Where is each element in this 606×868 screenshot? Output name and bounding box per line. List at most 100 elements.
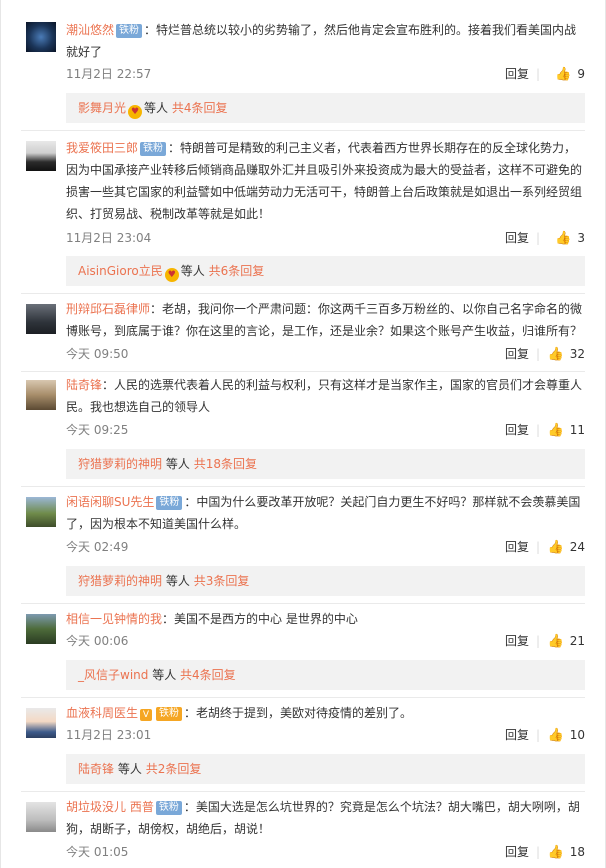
reply-button[interactable]: 回复 bbox=[505, 842, 529, 862]
comment-text: 中国为什么要改革开放呢？关起门自力更生不好吗？那样就不会羡慕美国 bbox=[196, 495, 581, 509]
comment-body: 相信一见钟情的我：美国不是西方的中心 是世界的中心 bbox=[66, 608, 585, 630]
comment-body: 刑辩邱石磊律师：老胡，我问你一个严肃问题：你这两千三百多万粉丝的、以你自己名字命… bbox=[66, 298, 585, 342]
separator: ： bbox=[144, 23, 157, 37]
username[interactable]: 刑辩邱石磊律师 bbox=[66, 302, 150, 316]
divider: | bbox=[535, 423, 540, 437]
comment-body: 闲语闲聊SU先生 铁粉 ：中国为什么要改革开放呢？关起门自力更生不好吗？那样就不会羡… bbox=[66, 491, 585, 535]
comment-text: 人民的选票代表着人民的利益与权利，只有这样才是当家作主，国家的官员们才会尊重人 bbox=[114, 378, 583, 392]
comment-text: 织、打贸易战、税制改革等就是如此！ bbox=[66, 207, 271, 221]
like-button[interactable]: 👍 11 bbox=[548, 420, 585, 441]
thumbs-up-icon: 👍 bbox=[547, 347, 564, 362]
like-button[interactable]: 👍 32 bbox=[548, 344, 585, 365]
username[interactable]: 我爱筱田三郎 bbox=[66, 141, 138, 155]
username[interactable]: 闲语闲聊SU先生 bbox=[66, 495, 154, 509]
reply-count-link[interactable]: 共4条回复 bbox=[180, 668, 236, 682]
reply-button[interactable]: 回复 bbox=[505, 228, 529, 248]
separator: ： bbox=[162, 612, 175, 626]
heart-badge-icon: ♥ bbox=[128, 105, 143, 119]
avatar[interactable] bbox=[26, 614, 56, 644]
comment-body: 陆奇锋：人民的选票代表着人民的利益与权利，只有这样才是当家作主，国家的官员们才会… bbox=[66, 374, 585, 418]
comment-text: 美国不是西方的中心 是世界的中心 bbox=[174, 612, 358, 626]
comment-text: 狗，胡断子，胡傍权，胡绝后，胡说！ bbox=[66, 822, 271, 836]
reply-summary[interactable]: 狩猎萝莉的神明 等人 共3条回复 bbox=[66, 566, 585, 596]
timestamp: 今天 00:06 bbox=[66, 634, 129, 648]
like-button[interactable]: 👍 18 bbox=[548, 842, 585, 863]
comment-text: 特烂普总统以较小的劣势输了，然后他肯定会宣布胜利的。接着我们看美国内战 bbox=[156, 23, 577, 37]
username[interactable]: 血液科周医生 bbox=[66, 706, 138, 720]
like-count: 3 bbox=[577, 231, 585, 245]
fan-badge-icon[interactable]: 铁粉 bbox=[156, 496, 183, 510]
comment-text: 博账号，到底属于谁？你在这里的言论，是工作，还是业余？如果这个账号产生收益，归谁… bbox=[66, 324, 583, 338]
like-button[interactable]: 👍 24 bbox=[548, 537, 585, 558]
comment-meta: 11月2日 23:04 回复 | 👍 3 bbox=[66, 228, 585, 248]
divider bbox=[21, 486, 585, 487]
avatar[interactable] bbox=[26, 497, 56, 527]
like-count: 32 bbox=[569, 347, 585, 361]
fan-badge-icon[interactable]: 铁粉 bbox=[140, 142, 167, 156]
reply-username[interactable]: 狩猎萝莉的神明 bbox=[78, 574, 162, 588]
avatar[interactable] bbox=[26, 22, 56, 52]
reply-username[interactable]: _风信子wind bbox=[78, 668, 148, 682]
comment-meta: 11月2日 22:57 回复 | 👍 9 bbox=[66, 64, 585, 84]
divider: | bbox=[535, 231, 540, 245]
avatar[interactable] bbox=[26, 304, 56, 334]
username[interactable]: 胡垃圾没儿 西普 bbox=[66, 800, 154, 814]
like-button[interactable]: 👍 10 bbox=[548, 725, 585, 746]
comment-meta: 今天 00:06 回复 | 👍 21 bbox=[66, 631, 585, 651]
username[interactable]: 陆奇锋 bbox=[66, 378, 102, 392]
reply-username[interactable]: 影舞月光 bbox=[78, 101, 126, 115]
reply-username[interactable]: AisinGioro立民 bbox=[78, 264, 163, 278]
comment-text: 民。我也想选自己的领导人 bbox=[66, 400, 211, 414]
comment-body: 胡垃圾没儿 西普 铁粉 ：美国大选是怎么坑世界的？究竟是怎么个坑法？胡大嘴巴，胡大咧… bbox=[66, 796, 585, 840]
reply-summary[interactable]: AisinGioro立民 ♥ 等人 共6条回复 bbox=[66, 256, 585, 286]
comment-body: 血液科周医生 V 铁粉 ：老胡终于提到，美欧对待疫情的差别了。 bbox=[66, 702, 585, 724]
avatar[interactable] bbox=[26, 802, 56, 832]
reply-summary[interactable]: 狩猎萝莉的神明 等人 共18条回复 bbox=[66, 449, 585, 479]
timestamp: 今天 09:25 bbox=[66, 423, 129, 437]
reply-button[interactable]: 回复 bbox=[505, 64, 529, 84]
fan-badge-icon[interactable]: 铁粉 bbox=[156, 707, 183, 721]
like-count: 11 bbox=[569, 423, 585, 437]
comment-text: 老胡，我问你一个严肃问题：你这两千三百多万粉丝的、以你自己名字命名的微 bbox=[162, 302, 583, 316]
reply-button[interactable]: 回复 bbox=[505, 537, 529, 557]
reply-count-link[interactable]: 共6条回复 bbox=[209, 264, 265, 278]
timestamp: 11月2日 22:57 bbox=[66, 67, 152, 81]
reply-count-link[interactable]: 共3条回复 bbox=[194, 574, 250, 588]
reply-button[interactable]: 回复 bbox=[505, 725, 529, 745]
reply-summary[interactable]: _风信子wind 等人 共4条回复 bbox=[66, 660, 585, 690]
reply-count-link[interactable]: 共2条回复 bbox=[146, 762, 202, 776]
username[interactable]: 潮汕悠然 bbox=[66, 23, 114, 37]
reply-button[interactable]: 回复 bbox=[505, 420, 529, 440]
fan-badge-icon[interactable]: 铁粉 bbox=[116, 24, 143, 38]
divider: | bbox=[535, 347, 540, 361]
reply-username[interactable]: 狩猎萝莉的神明 bbox=[78, 457, 162, 471]
fan-badge-icon[interactable]: 铁粉 bbox=[155, 801, 182, 815]
thumbs-up-icon: 👍 bbox=[547, 845, 564, 860]
avatar[interactable] bbox=[26, 380, 56, 410]
like-button[interactable]: 👍 3 bbox=[555, 228, 585, 249]
reply-etc: 等人 bbox=[117, 762, 142, 776]
comment-text: 就好了 bbox=[66, 45, 103, 59]
reply-username[interactable]: 陆奇锋 bbox=[78, 762, 114, 776]
comment-meta: 11月2日 23:01 回复 | 👍 10 bbox=[66, 725, 585, 745]
like-button[interactable]: 👍 9 bbox=[555, 64, 585, 85]
username[interactable]: 相信一见钟情的我 bbox=[66, 612, 162, 626]
reply-summary[interactable]: 陆奇锋 等人 共2条回复 bbox=[66, 754, 585, 784]
reply-button[interactable]: 回复 bbox=[505, 344, 529, 364]
avatar[interactable] bbox=[26, 141, 56, 171]
reply-etc: 等人 bbox=[144, 101, 169, 115]
reply-count-link[interactable]: 共18条回复 bbox=[194, 457, 257, 471]
thumbs-up-icon: 👍 bbox=[555, 67, 572, 82]
comment-body: 我爱筱田三郎 铁粉 ：特朗普可是精致的利己主义者，代表着西方世界长期存在的反全球化势… bbox=[66, 137, 585, 225]
thumbs-up-icon: 👍 bbox=[555, 231, 572, 246]
reply-summary[interactable]: 影舞月光 ♥ 等人 共4条回复 bbox=[66, 93, 585, 123]
heart-badge-icon: ♥ bbox=[164, 268, 179, 282]
like-count: 18 bbox=[569, 845, 585, 859]
comment-text: 老胡终于提到，美欧对待疫情的差别了。 bbox=[196, 706, 413, 720]
like-button[interactable]: 👍 21 bbox=[548, 631, 585, 652]
reply-etc: 等人 bbox=[180, 264, 205, 278]
reply-count-link[interactable]: 共4条回复 bbox=[172, 101, 228, 115]
comment-meta: 今天 09:25 回复 | 👍 11 bbox=[66, 420, 585, 440]
reply-button[interactable]: 回复 bbox=[505, 631, 529, 651]
avatar[interactable] bbox=[26, 708, 56, 738]
